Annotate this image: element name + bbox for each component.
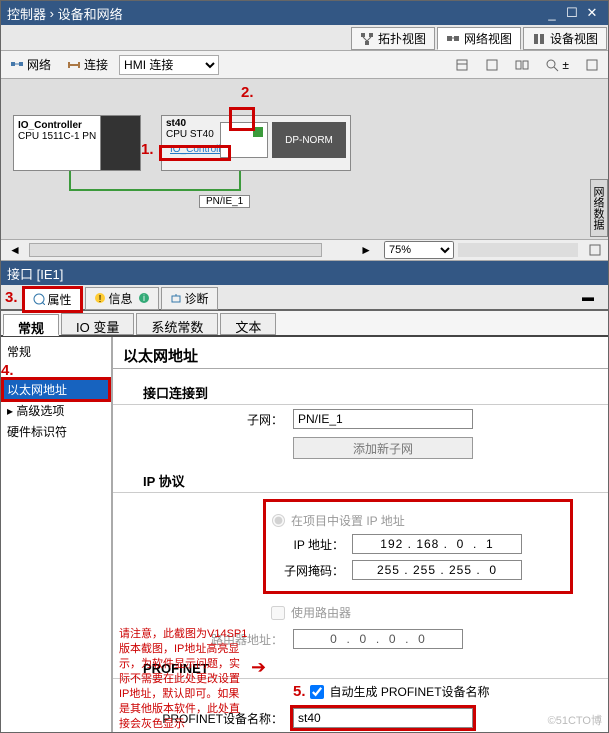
svg-text:i: i [143,293,145,303]
tree-general[interactable]: 常规 [3,341,109,362]
toolbar-icon-2[interactable] [480,55,504,75]
connections-button[interactable]: 连接 [62,53,113,76]
tab-info[interactable]: ! 信息 i [85,287,159,310]
window-max-button[interactable]: ☐ [562,5,582,21]
use-router-checkbox[interactable] [271,606,285,620]
svg-text:!: ! [98,294,101,304]
device-io-controller[interactable]: IO_Controller CPU 1511C-1 PN [13,115,141,171]
window-min-button[interactable]: _ [542,6,562,21]
subtab-general[interactable]: 常规 [3,314,59,336]
subtab-system-constants[interactable]: 系统常数 [136,313,218,335]
dp-norm-indicator: DP-NORM [272,122,346,158]
section-interface-connect: 接口连接到 [113,375,608,405]
label-set-in-project: 在项目中设置 IP 地址 [291,512,405,529]
expand-button[interactable] [582,243,608,257]
callout-5: 5. [293,683,306,700]
callout-3: 3. [5,289,18,306]
tab-device-view[interactable]: 设备视图 [523,27,607,50]
scroll-right-button[interactable]: ► [352,243,380,257]
connections-icon [67,58,81,72]
section-ip-protocol: IP 协议 [113,463,608,493]
watermark: ©51CTO博 [548,712,602,728]
network-canvas[interactable]: IO_Controller CPU 1511C-1 PN st40 CPU ST… [1,79,608,239]
subnet-select[interactable] [293,409,473,429]
add-subnet-button[interactable]: 添加新子网 [293,437,473,459]
hmi-connection-select[interactable]: HMI 连接 [119,55,219,75]
annotation-note: 请注意，此截图为V14SP1版本截图，IP地址高亮显示，为软件显示问题，实际不需… [119,627,249,732]
scroll-left-button[interactable]: ◄ [1,243,29,257]
panel-collapse-button[interactable]: ▬ [572,290,604,304]
property-tree: 常规 4. 以太网地址 ▸ 高级选项 硬件标识符 [1,337,113,732]
profinet-name-input[interactable] [293,708,473,728]
tree-hw-id[interactable]: 硬件标识符 [3,421,109,442]
zoom-icon [545,58,559,72]
toolbar-icon-3[interactable] [510,55,534,75]
horizontal-scrollbar[interactable] [29,243,322,257]
device-icon [532,32,546,46]
breadcrumb-controller[interactable]: 控制器 [7,4,46,23]
diag-icon [170,292,182,304]
auto-generate-name-checkbox[interactable] [310,685,324,699]
tree-advanced[interactable]: ▸ 高级选项 [3,400,109,421]
breadcrumb-devices[interactable]: 设备和网络 [58,4,123,23]
info-badge-icon: i [138,292,150,304]
tab-network-view[interactable]: 网络视图 [437,27,521,50]
topology-icon [360,32,374,46]
highlight-port [229,107,255,131]
info-icon: ! [94,292,106,304]
highlight-link [159,145,231,161]
tab-diagnostics[interactable]: 诊断 [161,287,218,310]
toolbar-icon-5[interactable] [580,55,604,75]
highlight-ip-box: 在项目中设置 IP 地址 IP 地址： 子网掩码： [263,499,573,594]
window-close-button[interactable]: ✕ [582,5,602,21]
tab-topology-view[interactable]: 拓扑视图 [351,27,435,50]
subnet-mask-input[interactable] [352,560,522,580]
section-title: 接口 [IE1] [7,264,63,283]
device-name: st40 [166,118,186,129]
callout-1: 1. [141,141,154,158]
tree-ethernet-address[interactable]: 以太网地址 [3,379,109,400]
network-icon [446,32,460,46]
network-data-side-tab[interactable]: 网络数据 [590,179,608,237]
label-ip: IP 地址： [272,536,352,553]
label-subnet: 子网： [153,411,293,428]
callout-2: 2. [241,84,254,101]
properties-icon [33,293,45,305]
label-mask: 子网掩码： [272,562,352,579]
network-tool-icon [10,58,24,72]
subtab-text[interactable]: 文本 [220,313,276,335]
toolbar-icon-1[interactable] [450,55,474,75]
titlebar: 控制器 › 设备和网络 _ ☐ ✕ [1,1,608,25]
subtab-io-variables[interactable]: IO 变量 [61,313,134,335]
device-st40[interactable]: st40 CPU ST40 IO_Controller DP-NORM [161,115,351,171]
device-cpu: CPU ST40 [166,129,214,140]
zoom-in-button[interactable]: ± [540,55,574,75]
zoom-slider[interactable] [458,243,578,257]
label-auto-generate: 自动生成 PROFINET设备名称 [330,683,490,700]
annotation-arrow: ➔ [251,657,266,678]
label-use-router: 使用路由器 [291,604,351,621]
router-address-input [293,629,463,649]
zoom-select[interactable]: 75% [384,241,454,259]
form-heading: 以太网地址 [113,337,608,369]
network-label[interactable]: PN/IE_1 [199,195,250,208]
tab-properties[interactable]: 属性 [22,286,83,313]
network-button[interactable]: 网络 [5,53,56,76]
ip-address-input[interactable] [352,534,522,554]
callout-4: 4. [1,362,14,379]
radio-set-in-project[interactable] [272,514,285,527]
